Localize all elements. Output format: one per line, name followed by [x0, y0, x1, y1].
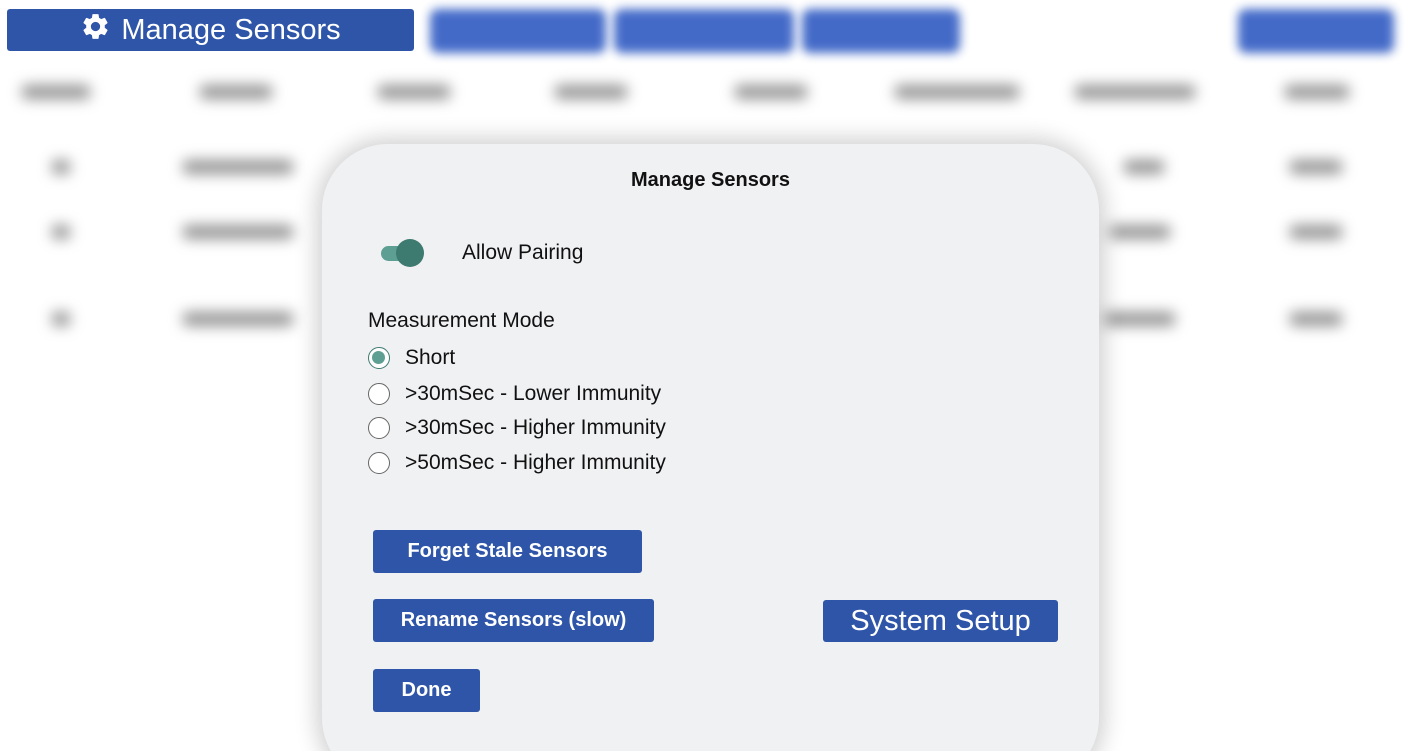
radio-button[interactable]	[368, 417, 390, 439]
app-screen: Manage Sensors Manage Sensors Allow Pair…	[0, 0, 1419, 751]
manage-sensors-dialog: Manage Sensors Allow Pairing Measurement…	[322, 144, 1099, 751]
blurred-toolbar-button[interactable]	[614, 9, 794, 53]
mode-option-30ms-higher[interactable]: >30mSec - Higher Immunity	[368, 413, 666, 443]
radio-button-checked[interactable]	[368, 347, 390, 369]
mode-option-30ms-lower[interactable]: >30mSec - Lower Immunity	[368, 379, 661, 409]
allow-pairing-label: Allow Pairing	[462, 241, 584, 264]
blurred-toolbar-button[interactable]	[430, 9, 606, 53]
forget-stale-sensors-button[interactable]: Forget Stale Sensors	[373, 530, 642, 573]
allow-pairing-toggle[interactable]	[381, 239, 425, 267]
radio-button[interactable]	[368, 383, 390, 405]
dialog-title: Manage Sensors	[631, 169, 790, 191]
mode-option-label: >50mSec - Higher Immunity	[405, 451, 666, 474]
manage-sensors-button[interactable]: Manage Sensors	[7, 9, 414, 51]
blurred-toolbar-button[interactable]	[802, 9, 960, 53]
radio-button[interactable]	[368, 452, 390, 474]
mode-option-label: >30mSec - Lower Immunity	[405, 382, 662, 405]
mode-option-label: Short	[405, 346, 456, 369]
mode-option-label: >30mSec - Higher Immunity	[405, 416, 666, 439]
mode-option-short[interactable]: Short	[368, 343, 455, 373]
manage-sensors-label: Manage Sensors	[121, 13, 341, 46]
toggle-thumb	[396, 239, 424, 267]
system-setup-button[interactable]: System Setup	[823, 600, 1058, 642]
measurement-mode-label: Measurement Mode	[368, 309, 555, 332]
mode-option-50ms-higher[interactable]: >50mSec - Higher Immunity	[368, 448, 666, 478]
blurred-toolbar-button[interactable]	[1238, 9, 1394, 53]
rename-sensors-button[interactable]: Rename Sensors (slow)	[373, 599, 654, 642]
gear-icon	[80, 11, 111, 50]
done-button[interactable]: Done	[373, 669, 480, 712]
